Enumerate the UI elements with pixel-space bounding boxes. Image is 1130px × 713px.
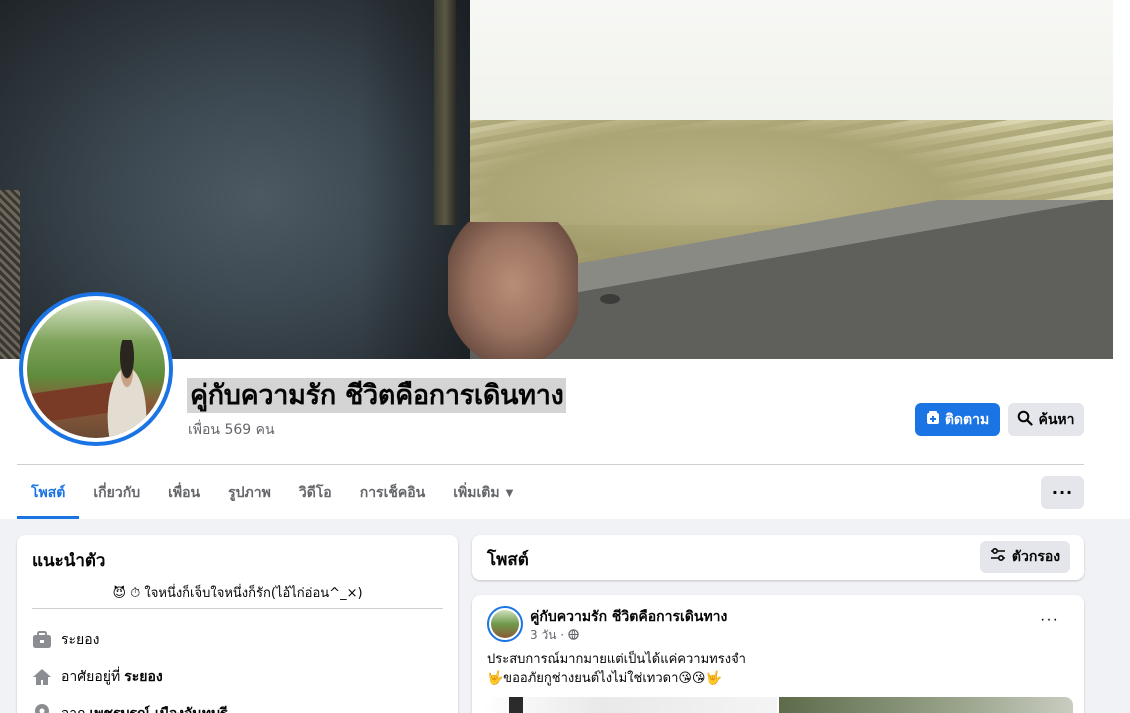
tab-friends[interactable]: เพื่อน [154, 467, 214, 519]
tab-posts-label: โพสต์ [31, 485, 66, 501]
cover-hand [448, 222, 578, 359]
filter-button[interactable]: ตัวกรอง [980, 541, 1070, 573]
post-meta: 3 วัน · [530, 626, 579, 645]
caret-down-icon: ▼ [505, 487, 514, 499]
filter-icon [990, 547, 1006, 566]
post-options-button[interactable]: ··· [1040, 611, 1059, 629]
post-card: คู่กับความรัก ชีวิตคือการเดินทาง 3 วัน ·… [472, 595, 1084, 713]
cover-chair [0, 190, 20, 359]
intro-from-place[interactable]: เพชรบูรณ์ เมืองจันทบุรี [90, 703, 228, 713]
search-label: ค้นหา [1038, 411, 1075, 428]
follow-icon [926, 410, 940, 429]
cover-pole [434, 0, 456, 225]
intro-row-work: ระยอง [32, 629, 100, 651]
follow-label: ติดตาม [944, 411, 990, 428]
intro-card: แนะนำตัว 😈 ⏱ ใจหนึ่งก็เจ็บใจหนึ่งก็รัก(ไ… [17, 535, 458, 713]
avatar-border [23, 296, 169, 442]
post-text-line1: ประสบการณ์มากมายแต่เป็นได้แค่ความทรงจำ [487, 652, 746, 667]
post-image-right [779, 697, 1073, 713]
posts-header-card: โพสต์ ตัวกรอง [472, 535, 1084, 580]
follow-button[interactable]: ติดตาม [915, 403, 1000, 436]
tab-videos[interactable]: วิดีโอ [285, 467, 346, 519]
friends-count[interactable]: เพื่อน 569 คน [188, 419, 275, 441]
tab-about-label: เกี่ยวกับ [93, 485, 141, 501]
profile-name: คู่กับความรัก ชีวิตคือการเดินทาง [187, 378, 567, 413]
cover-insect [600, 294, 620, 304]
profile-tabs: โพสต์ เกี่ยวกับ เพื่อน รูปภาพ วิดีโอ การ… [17, 467, 527, 519]
avatar-image [27, 300, 165, 438]
intro-from-text: จาก [61, 703, 86, 713]
post-time[interactable]: 3 วัน · [530, 626, 564, 645]
intro-lives-text: อาศัยอยู่ที่ [61, 669, 121, 685]
post-text-line2: 🤟ขออภัยกูช่างยนต์ไงไม่ใช่เทวดา😘😘🤟 [487, 671, 722, 686]
intro-row-lives: อาศัยอยู่ที่ ระยอง [32, 666, 163, 688]
tab-checkins-label: การเช็คอิน [359, 485, 426, 501]
intro-divider [32, 608, 443, 609]
intro-bio: 😈 ⏱ ใจหนึ่งก็เจ็บใจหนึ่งก็รัก(ไอ้ไก่อ่อน… [112, 586, 363, 601]
post-author-avatar[interactable] [487, 606, 523, 642]
intro-lives-place[interactable]: ระยอง [124, 666, 163, 688]
tab-photos-label: รูปภาพ [228, 485, 271, 501]
post-text: ประสบการณ์มากมายแต่เป็นได้แค่ความทรงจำ 🤟… [487, 650, 746, 688]
search-button[interactable]: ค้นหา [1008, 403, 1084, 436]
intro-row-from: จาก เพชรบูรณ์ เมืองจันทบุรี [32, 703, 228, 713]
briefcase-icon [32, 630, 52, 650]
post-image-left [483, 697, 777, 713]
tab-more[interactable]: เพิ่มเติม ▼ [439, 467, 527, 519]
home-icon [32, 667, 52, 687]
location-pin-icon [32, 704, 52, 713]
tab-more-label: เพิ่มเติม [453, 485, 500, 501]
intro-work-text: ระยอง [61, 632, 100, 648]
posts-title: โพสต์ [487, 550, 529, 570]
tab-friends-label: เพื่อน [168, 485, 201, 501]
tab-checkins[interactable]: การเช็คอิน [346, 467, 440, 519]
profile-avatar[interactable] [19, 292, 173, 446]
tab-posts[interactable]: โพสต์ [17, 467, 80, 519]
avatar-person [97, 340, 157, 438]
cover-photo[interactable] [0, 0, 1113, 359]
filter-label: ตัวกรอง [1011, 549, 1061, 565]
more-options-button[interactable]: ··· [1041, 476, 1084, 509]
intro-title: แนะนำตัว [32, 551, 106, 571]
tab-videos-label: วิดีโอ [298, 485, 332, 501]
search-icon [1017, 410, 1034, 430]
post-author[interactable]: คู่กับความรัก ชีวิตคือการเดินทาง [530, 606, 727, 628]
tab-about[interactable]: เกี่ยวกับ [79, 467, 154, 519]
tab-photos[interactable]: รูปภาพ [214, 467, 285, 519]
header-divider [17, 464, 1084, 465]
globe-icon [568, 628, 579, 643]
post-image[interactable] [483, 697, 1073, 713]
